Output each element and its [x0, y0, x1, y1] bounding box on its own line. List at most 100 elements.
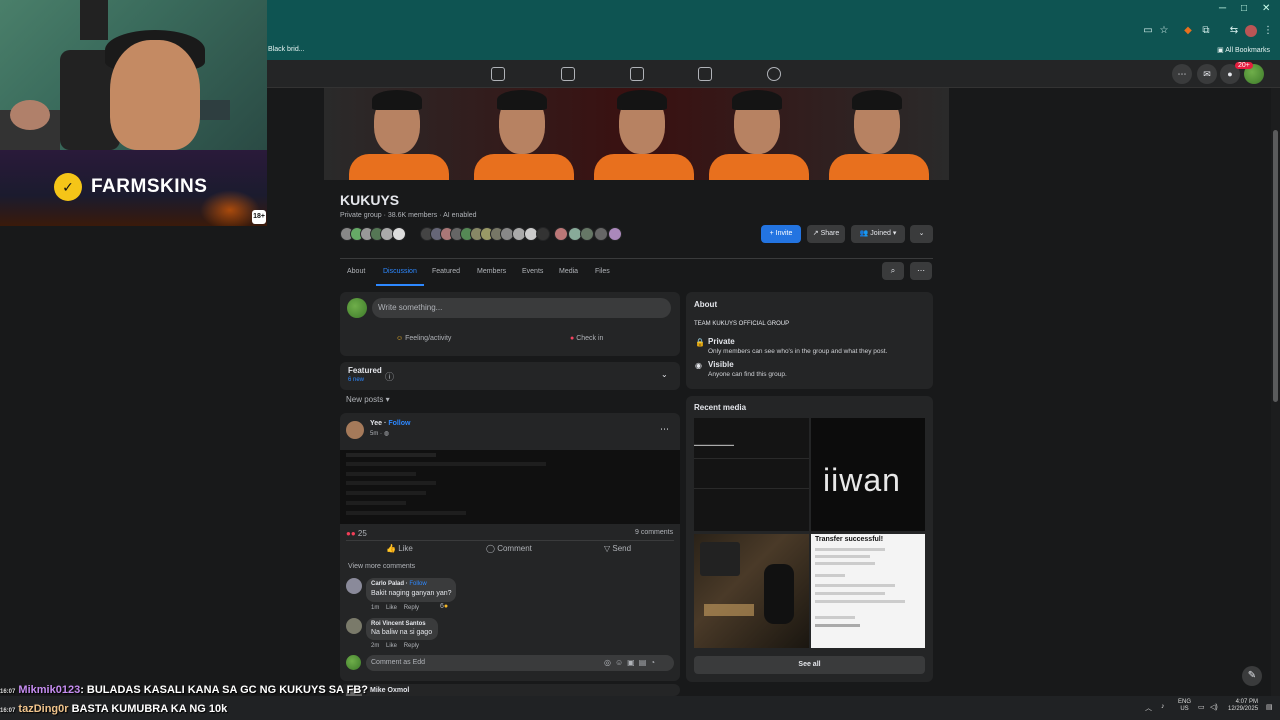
home-icon[interactable] — [491, 67, 505, 81]
joined-button[interactable]: 👥 Joined ▾ — [851, 225, 905, 243]
translate-icon[interactable]: ⇆ — [1228, 25, 1240, 37]
maximize-icon[interactable]: □ — [1241, 3, 1247, 14]
reactions[interactable]: ●● 25 — [346, 529, 367, 538]
about-description: TEAM KUKUYS OFFICIAL GROUP — [694, 321, 790, 327]
extension-fox-icon[interactable]: ◆ — [1182, 25, 1194, 37]
post-author-avatar[interactable] — [346, 421, 364, 439]
comment-text: Na baliw na si gago — [371, 629, 433, 636]
minimize-icon[interactable]: ─ — [1219, 3, 1226, 14]
lang-code: ENG — [1178, 699, 1192, 705]
comment-like[interactable]: Like — [386, 643, 397, 649]
comment-button[interactable]: ◯ Comment — [486, 544, 532, 553]
tab-about[interactable]: About — [347, 268, 365, 275]
commenter-avatar[interactable] — [346, 618, 362, 634]
tab-members[interactable]: Members — [477, 268, 506, 275]
comment-author[interactable]: Carlo Palad · Follow — [371, 581, 427, 587]
scrollbar-thumb[interactable] — [1273, 130, 1278, 402]
menu-grid-icon[interactable]: ⋯ — [1172, 64, 1192, 84]
user-avatar — [347, 298, 367, 318]
group-cover-photo[interactable] — [324, 88, 949, 180]
media-thumbnail[interactable]: ▬▬▬▬▬▬▬▬▬▬ — [694, 418, 809, 531]
privacy-title: Private — [708, 337, 735, 346]
video-icon[interactable] — [561, 67, 575, 81]
see-all-button[interactable]: See all — [694, 656, 925, 674]
camera-icon[interactable]: ▣ — [627, 658, 639, 667]
chevron-down-icon[interactable]: ⌄ — [661, 370, 668, 379]
media-thumbnail[interactable]: Transfer successful! — [811, 534, 925, 648]
region-code: US — [1180, 706, 1189, 712]
clock-date: 12/29/2025 — [1228, 706, 1259, 712]
media-thumbnail[interactable]: iiwan — [811, 418, 925, 531]
avatar-sticker-icon[interactable]: ◔ — [650, 658, 659, 667]
store-icon[interactable] — [698, 67, 712, 81]
group-tabs: About Discussion Featured Members Events… — [340, 258, 933, 286]
bookmark-item[interactable]: Black brid... — [268, 46, 305, 53]
share-button[interactable]: ↗ Share — [807, 225, 845, 243]
more-dropdown-button[interactable]: ⌄ — [910, 225, 933, 243]
clock[interactable]: 4:07 PM 12/29/2025 — [1228, 699, 1258, 713]
tab-media[interactable]: Media — [559, 268, 578, 275]
gaming-icon[interactable] — [767, 67, 781, 81]
tab-featured[interactable]: Featured — [432, 268, 460, 275]
comment-reactions[interactable]: 6● — [440, 603, 448, 610]
comment-label: Comment — [497, 544, 532, 553]
comment-count[interactable]: 9 comments — [635, 529, 673, 536]
extensions-icon[interactable]: ⧉ — [1200, 25, 1212, 37]
search-icon[interactable]: ⌕ — [882, 262, 904, 280]
comment-like[interactable]: Like — [386, 605, 397, 611]
about-title: About — [694, 300, 718, 309]
check-in-button[interactable]: ● Check in — [570, 335, 603, 342]
media-thumbnail[interactable] — [694, 534, 809, 648]
more-options-icon[interactable]: ⋯ — [910, 262, 932, 280]
comment-reply[interactable]: Reply — [404, 643, 419, 649]
marketplace-icon[interactable] — [630, 67, 644, 81]
cover-person — [589, 88, 699, 180]
cast-icon[interactable]: ▭ — [1142, 25, 1154, 37]
notification-center-icon[interactable]: ▤ — [1266, 703, 1273, 711]
laugh-icon: ● — [443, 603, 449, 610]
tray-chevron-icon[interactable]: ︿ — [1145, 703, 1152, 713]
menu-kebab-icon[interactable]: ⋮ — [1262, 25, 1274, 37]
language-indicator[interactable]: ENG US — [1178, 699, 1191, 713]
follow-link[interactable]: Follow — [388, 420, 410, 427]
network-icon[interactable]: ▭ — [1198, 703, 1205, 711]
post-options-icon[interactable]: ⋯ — [660, 424, 669, 435]
comment-reply[interactable]: Reply — [404, 605, 419, 611]
view-more-comments-link[interactable]: View more comments — [348, 563, 415, 570]
post-author[interactable]: Yee · Follow — [370, 420, 410, 427]
comment-tools[interactable]: ◎☺▣▤◔ — [604, 658, 659, 667]
emoji-icon[interactable]: ☺ — [615, 658, 627, 667]
next-post-author[interactable]: Mike Oxmol — [370, 687, 409, 694]
profile-avatar[interactable] — [1245, 25, 1257, 37]
sticker-icon[interactable]: ◎ — [604, 658, 615, 667]
feeling-activity-button[interactable]: ☺ Feeling/activity — [396, 335, 451, 342]
write-something-input[interactable]: Write something... — [372, 298, 671, 318]
commenter-avatar[interactable] — [346, 578, 362, 594]
star-icon[interactable]: ☆ — [1158, 25, 1170, 37]
member-avatars[interactable] — [340, 227, 630, 243]
tab-files[interactable]: Files — [595, 268, 610, 275]
invite-button[interactable]: + Invite — [761, 225, 801, 243]
info-icon[interactable]: ⓘ — [385, 370, 394, 383]
mic-icon[interactable]: ♪ — [1161, 703, 1165, 710]
chat-message: 16:07 tazDing0r BASTA KUMUBRA KA NG 10k — [0, 703, 227, 715]
send-label: Send — [612, 544, 632, 553]
reaction-icons: ●● — [346, 529, 356, 538]
comment-author[interactable]: Roi Vincent Santos — [371, 621, 426, 627]
share-label: Share — [820, 230, 840, 237]
sort-dropdown[interactable]: New posts ▾ — [346, 395, 390, 404]
close-icon[interactable]: ✕ — [1262, 3, 1270, 14]
new-message-icon[interactable]: ✎ — [1242, 666, 1262, 686]
tab-events[interactable]: Events — [522, 268, 543, 275]
send-button[interactable]: ▽ Send — [604, 544, 631, 553]
all-bookmarks-label: All Bookmarks — [1225, 47, 1270, 54]
comment-follow-link[interactable]: Follow — [409, 581, 426, 587]
gif-icon[interactable]: ▤ — [639, 658, 651, 667]
tab-discussion[interactable]: Discussion — [383, 268, 417, 275]
messenger-icon[interactable]: ✉ — [1197, 64, 1217, 84]
recent-media-title: Recent media — [694, 403, 747, 412]
all-bookmarks-link[interactable]: ▣ All Bookmarks — [1217, 46, 1270, 54]
volume-icon[interactable]: ◁) — [1210, 703, 1218, 711]
post-image[interactable] — [340, 450, 680, 524]
like-button[interactable]: 👍 Like — [386, 544, 413, 553]
